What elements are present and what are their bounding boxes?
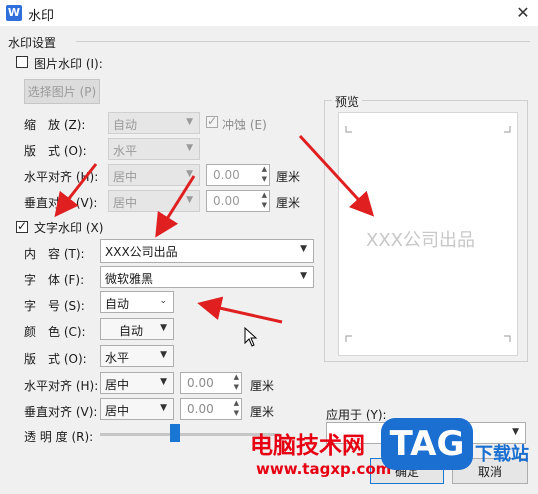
- arrow-to-text-watermark: [54, 163, 98, 218]
- overlay-side-text: 下载站: [475, 444, 529, 465]
- overlay-brand-text: 电脑技术网: [250, 433, 365, 459]
- overlay-url: www.tagxp.com: [256, 460, 392, 478]
- tag-logo: TAG: [381, 418, 473, 470]
- arrow-to-size: [197, 296, 283, 324]
- arrow-to-content: [155, 175, 196, 238]
- arrow-to-preview: [298, 134, 375, 217]
